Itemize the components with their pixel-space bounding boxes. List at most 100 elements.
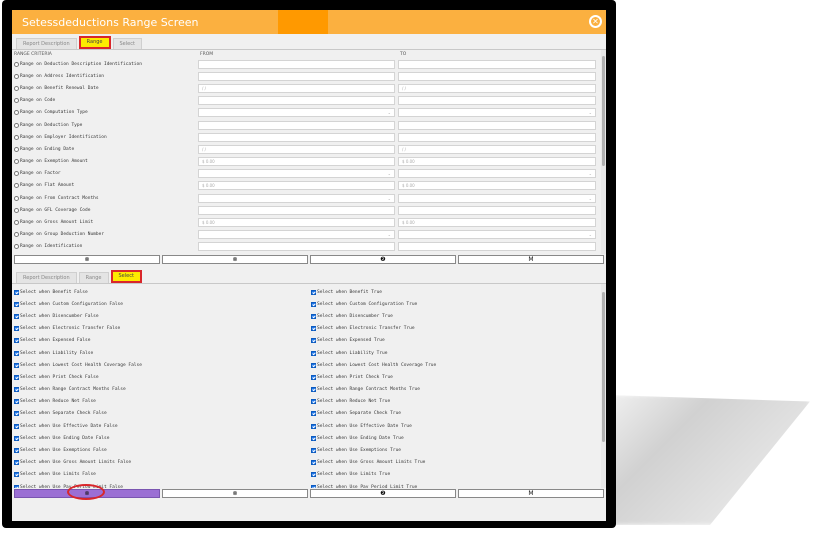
select-option-false[interactable]: Select when Lowest Cost Health Coverage … [12, 362, 309, 368]
checkbox-icon[interactable] [311, 472, 316, 478]
radio-icon[interactable] [14, 244, 19, 250]
checkbox-icon[interactable] [311, 387, 316, 393]
range-criterion[interactable]: Range on Factor [12, 171, 198, 177]
from-field[interactable] [198, 71, 395, 81]
select-option-true[interactable]: Select when Use Ending Date True [309, 435, 606, 441]
from-field[interactable]: ⌄ [198, 108, 395, 118]
menu2-icon[interactable]: Ⅿ [458, 489, 604, 498]
range-criterion[interactable]: Range on Exemption Amount [12, 159, 198, 165]
select-option-true[interactable]: Select when Print Check True [309, 374, 606, 380]
from-field[interactable]: $ 0.00 [198, 157, 395, 167]
to-field[interactable]: ⌄ [398, 193, 596, 203]
range-criterion[interactable]: Range on Code [12, 98, 198, 104]
from-field[interactable]: ⌄ [198, 193, 395, 203]
dropdown-icon[interactable]: ⌄ [388, 170, 391, 177]
select-option-false[interactable]: Select when Print Check False [12, 374, 309, 380]
to-field[interactable] [398, 120, 596, 130]
range-criterion[interactable]: Range on Identification [12, 244, 198, 250]
to-field[interactable]: $ 0.00 [398, 181, 596, 191]
checkbox-icon[interactable] [311, 460, 316, 466]
checkbox-icon[interactable] [311, 326, 316, 332]
to-field[interactable]: $ 0.00 [398, 157, 596, 167]
select-option-true[interactable]: Select when Benefit True [309, 289, 606, 295]
checkbox-icon[interactable] [14, 313, 19, 319]
checkbox-icon[interactable] [14, 448, 19, 454]
select-option-true[interactable]: Select when Use Exemptions True [309, 448, 606, 454]
select-option-true[interactable]: Select when Custom Configuration True [309, 301, 606, 307]
checkbox-icon[interactable] [14, 289, 19, 295]
select-option-false[interactable]: Select when Use Effective Date False [12, 423, 309, 429]
select-option-false[interactable]: Select when Electronic Transfer False [12, 326, 309, 332]
checkbox-icon[interactable] [311, 435, 316, 441]
radio-icon[interactable] [14, 134, 19, 140]
select-option-false[interactable]: Select when Reduce Net False [12, 399, 309, 405]
checkbox-icon[interactable] [14, 362, 19, 368]
select-scroll-thumb[interactable] [602, 292, 605, 442]
to-field[interactable]: $ 0.00 [398, 218, 596, 228]
checkbox-icon[interactable] [311, 338, 316, 344]
checkbox-icon[interactable] [311, 362, 316, 368]
dropdown-icon[interactable]: ⌄ [589, 109, 592, 116]
checkbox-icon[interactable] [14, 435, 19, 441]
to-field[interactable] [398, 205, 596, 215]
select-option-true[interactable]: Select when Range Contract Months True [309, 387, 606, 393]
tab2-report-description[interactable]: Report Description [16, 272, 77, 283]
from-field[interactable] [198, 59, 395, 69]
radio-icon[interactable] [14, 171, 19, 177]
checkbox-icon[interactable] [311, 448, 316, 454]
checkbox-icon[interactable] [14, 350, 19, 356]
checkbox-icon[interactable] [311, 289, 316, 295]
range-criterion[interactable]: Range on Benefit Renewal Date [12, 85, 198, 91]
tab-report-description[interactable]: Report Description [16, 38, 77, 49]
from-field[interactable]: ⌄ [198, 230, 395, 240]
dropdown-icon[interactable]: ⌄ [388, 231, 391, 238]
to-field[interactable]: / / [398, 144, 596, 154]
range-criterion[interactable]: Range on Flat Amount [12, 183, 198, 189]
select-option-false[interactable]: Select when Use Ending Date False [12, 435, 309, 441]
range-criterion[interactable]: Range on Address Identification [12, 73, 198, 79]
from-field[interactable]: / / [198, 83, 395, 93]
range-criterion[interactable]: Range on GFL Coverage Code [12, 207, 198, 213]
tab-range[interactable]: Range [78, 36, 111, 49]
radio-icon[interactable] [14, 195, 19, 201]
radio-icon[interactable] [14, 122, 19, 128]
from-field[interactable] [198, 205, 395, 215]
to-field[interactable] [398, 71, 596, 81]
select-option-false[interactable]: Select when Use Gross Amount Limits Fals… [12, 460, 309, 466]
range-criterion[interactable]: Range on Employer Identification [12, 134, 198, 140]
select-option-true[interactable]: Select when Electronic Transfer True [309, 326, 606, 332]
radio-icon[interactable] [14, 207, 19, 213]
select-option-true[interactable]: Select when Use Limits True [309, 472, 606, 478]
close-icon[interactable]: ✕ [589, 15, 602, 28]
range-scrollbar[interactable] [601, 50, 606, 254]
radio-icon[interactable] [14, 85, 19, 91]
checkbox-icon[interactable] [14, 399, 19, 405]
checkbox-icon[interactable] [14, 301, 19, 307]
range-criterion[interactable]: Range on Gross Amount Limit [12, 220, 198, 226]
checkbox-icon[interactable] [14, 472, 19, 478]
select-scrollbar[interactable] [601, 284, 606, 488]
from-field[interactable]: ⌄ [198, 169, 395, 179]
checkbox-icon[interactable] [311, 374, 316, 380]
select-option-true[interactable]: Select when Expensed True [309, 338, 606, 344]
select-option-false[interactable]: Select when Use Exemptions False [12, 448, 309, 454]
checkbox-icon[interactable] [311, 423, 316, 429]
radio-icon[interactable] [14, 159, 19, 165]
help-icon[interactable]: ❷ [310, 255, 456, 264]
checkbox-icon[interactable] [311, 399, 316, 405]
select-option-false[interactable]: Select when Expensed False [12, 338, 309, 344]
radio-icon[interactable] [14, 73, 19, 79]
range-criterion[interactable]: Range on From Contract Months [12, 195, 198, 201]
select-option-false[interactable]: Select when Benefit False [12, 289, 309, 295]
radio-icon[interactable] [14, 98, 19, 104]
range-criterion[interactable]: Range on Group Deduction Number [12, 232, 198, 238]
radio-icon[interactable] [14, 220, 19, 226]
from-field[interactable]: $ 0.00 [198, 181, 395, 191]
menu-icon[interactable]: Ⅿ [458, 255, 604, 264]
checkbox-icon[interactable] [14, 423, 19, 429]
to-field[interactable] [398, 132, 596, 142]
from-field[interactable] [198, 242, 395, 252]
range-criterion[interactable]: Range on Computation Type [12, 110, 198, 116]
checkbox-icon[interactable] [311, 350, 316, 356]
select-option-false[interactable]: Select when Range Contract Months False [12, 387, 309, 393]
